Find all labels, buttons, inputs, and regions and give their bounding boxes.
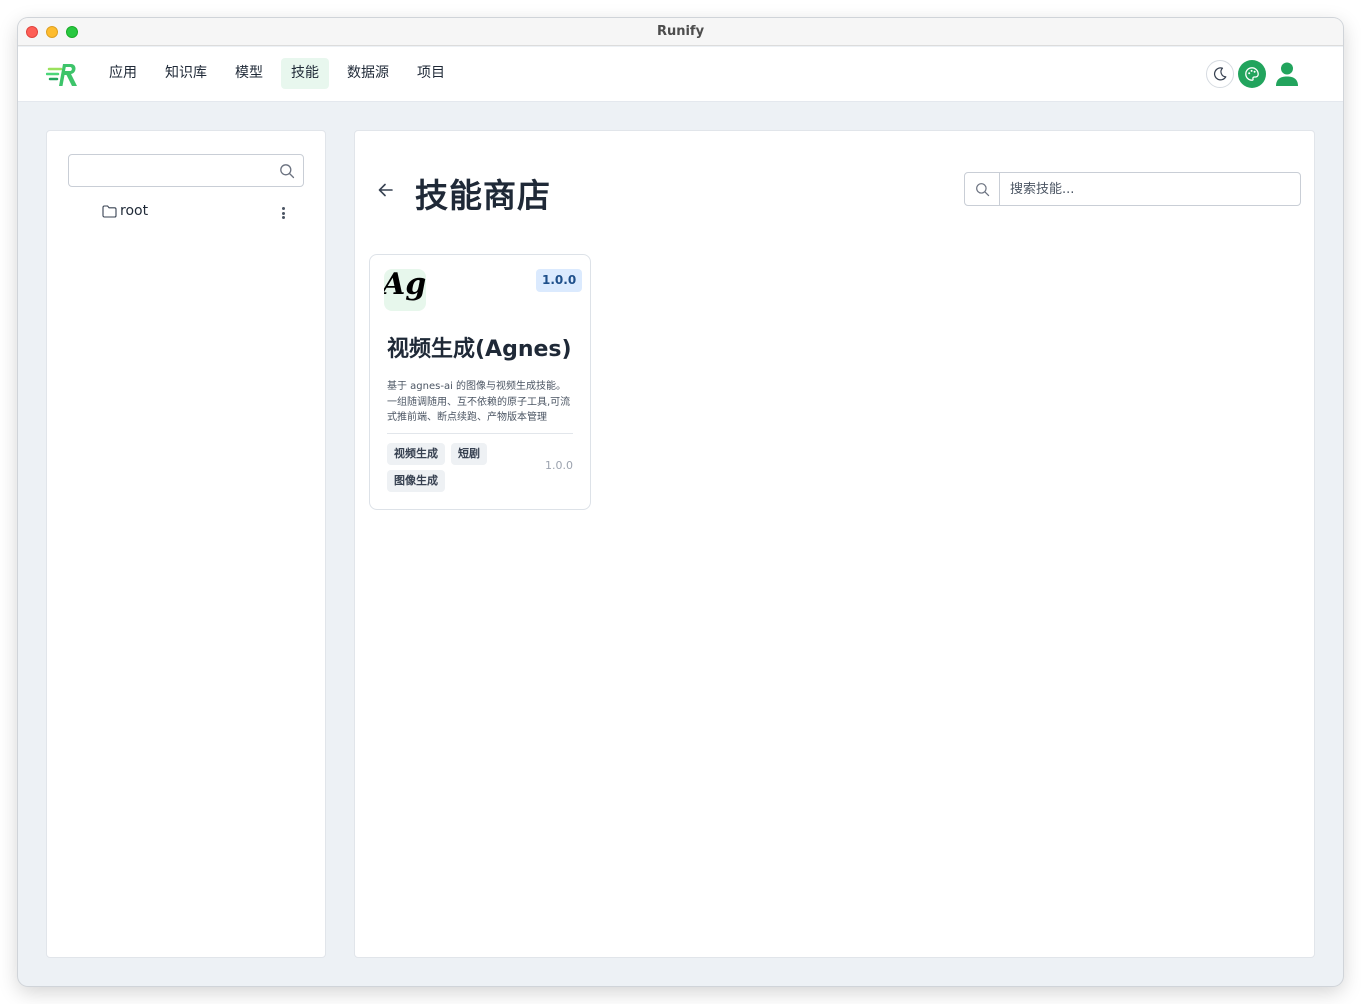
theme-toggle-button[interactable]	[1206, 60, 1234, 88]
moon-icon	[1213, 67, 1227, 81]
nav-item-knowledge-base[interactable]: 知识库	[155, 58, 217, 89]
skill-search	[964, 172, 1301, 206]
window-title: Runify	[656, 24, 705, 39]
page-title: 技能商店	[415, 176, 551, 215]
sidebar-search-input[interactable]	[77, 161, 267, 181]
tree-item-root[interactable]: root	[102, 203, 148, 219]
title-bar: Runify	[18, 18, 1343, 46]
skill-search-input[interactable]	[1010, 179, 1290, 199]
search-icon[interactable]	[965, 173, 1000, 205]
skill-description: 基于 agnes-ai 的图像与视频生成技能。一组随调随用、互不依赖的原子工具,…	[387, 381, 571, 423]
user-icon	[1276, 62, 1298, 86]
back-arrow-icon[interactable]	[376, 180, 396, 200]
tag-list: 视频生成 短剧 图像生成	[387, 443, 517, 492]
folder-icon	[102, 204, 117, 218]
more-options-icon[interactable]	[277, 205, 289, 221]
sidebar-panel: root	[46, 130, 326, 958]
nav-item-skills[interactable]: 技能	[281, 58, 329, 89]
skill-version: 1.0.0	[545, 459, 573, 472]
runify-logo-icon[interactable]	[45, 60, 80, 88]
nav-item-models[interactable]: 模型	[225, 58, 273, 89]
palette-icon	[1245, 67, 1259, 81]
palette-button[interactable]	[1238, 60, 1266, 88]
tag: 视频生成	[387, 443, 445, 465]
search-icon[interactable]	[279, 163, 295, 183]
nav-item-projects[interactable]: 项目	[407, 58, 455, 89]
tag: 图像生成	[387, 470, 445, 492]
sidebar-search	[68, 154, 304, 187]
nav-item-apps[interactable]: 应用	[99, 58, 147, 89]
version-badge: 1.0.0	[536, 269, 583, 292]
tag: 短剧	[451, 443, 487, 465]
user-menu-button[interactable]	[1274, 60, 1300, 88]
skill-title: 视频生成(Agnes)	[387, 337, 572, 362]
skill-logo-icon: Agnes	[384, 269, 426, 311]
app-window: Runify 应用 知识库 模型 技能 数据源 项目 root 技能商店 搜索技…	[18, 18, 1343, 986]
nav-item-data-sources[interactable]: 数据源	[337, 58, 399, 89]
skill-store-panel: 技能商店 Agnes 1.0.0 视频生成(Agnes) 基于 agnes-ai…	[354, 130, 1315, 958]
skill-card[interactable]: Agnes 1.0.0 视频生成(Agnes) 基于 agnes-ai 的图像与…	[369, 254, 591, 510]
divider	[387, 433, 573, 434]
top-navbar: 应用 知识库 模型 技能 数据源 项目	[18, 47, 1343, 102]
tree-item-label: root	[120, 203, 149, 219]
